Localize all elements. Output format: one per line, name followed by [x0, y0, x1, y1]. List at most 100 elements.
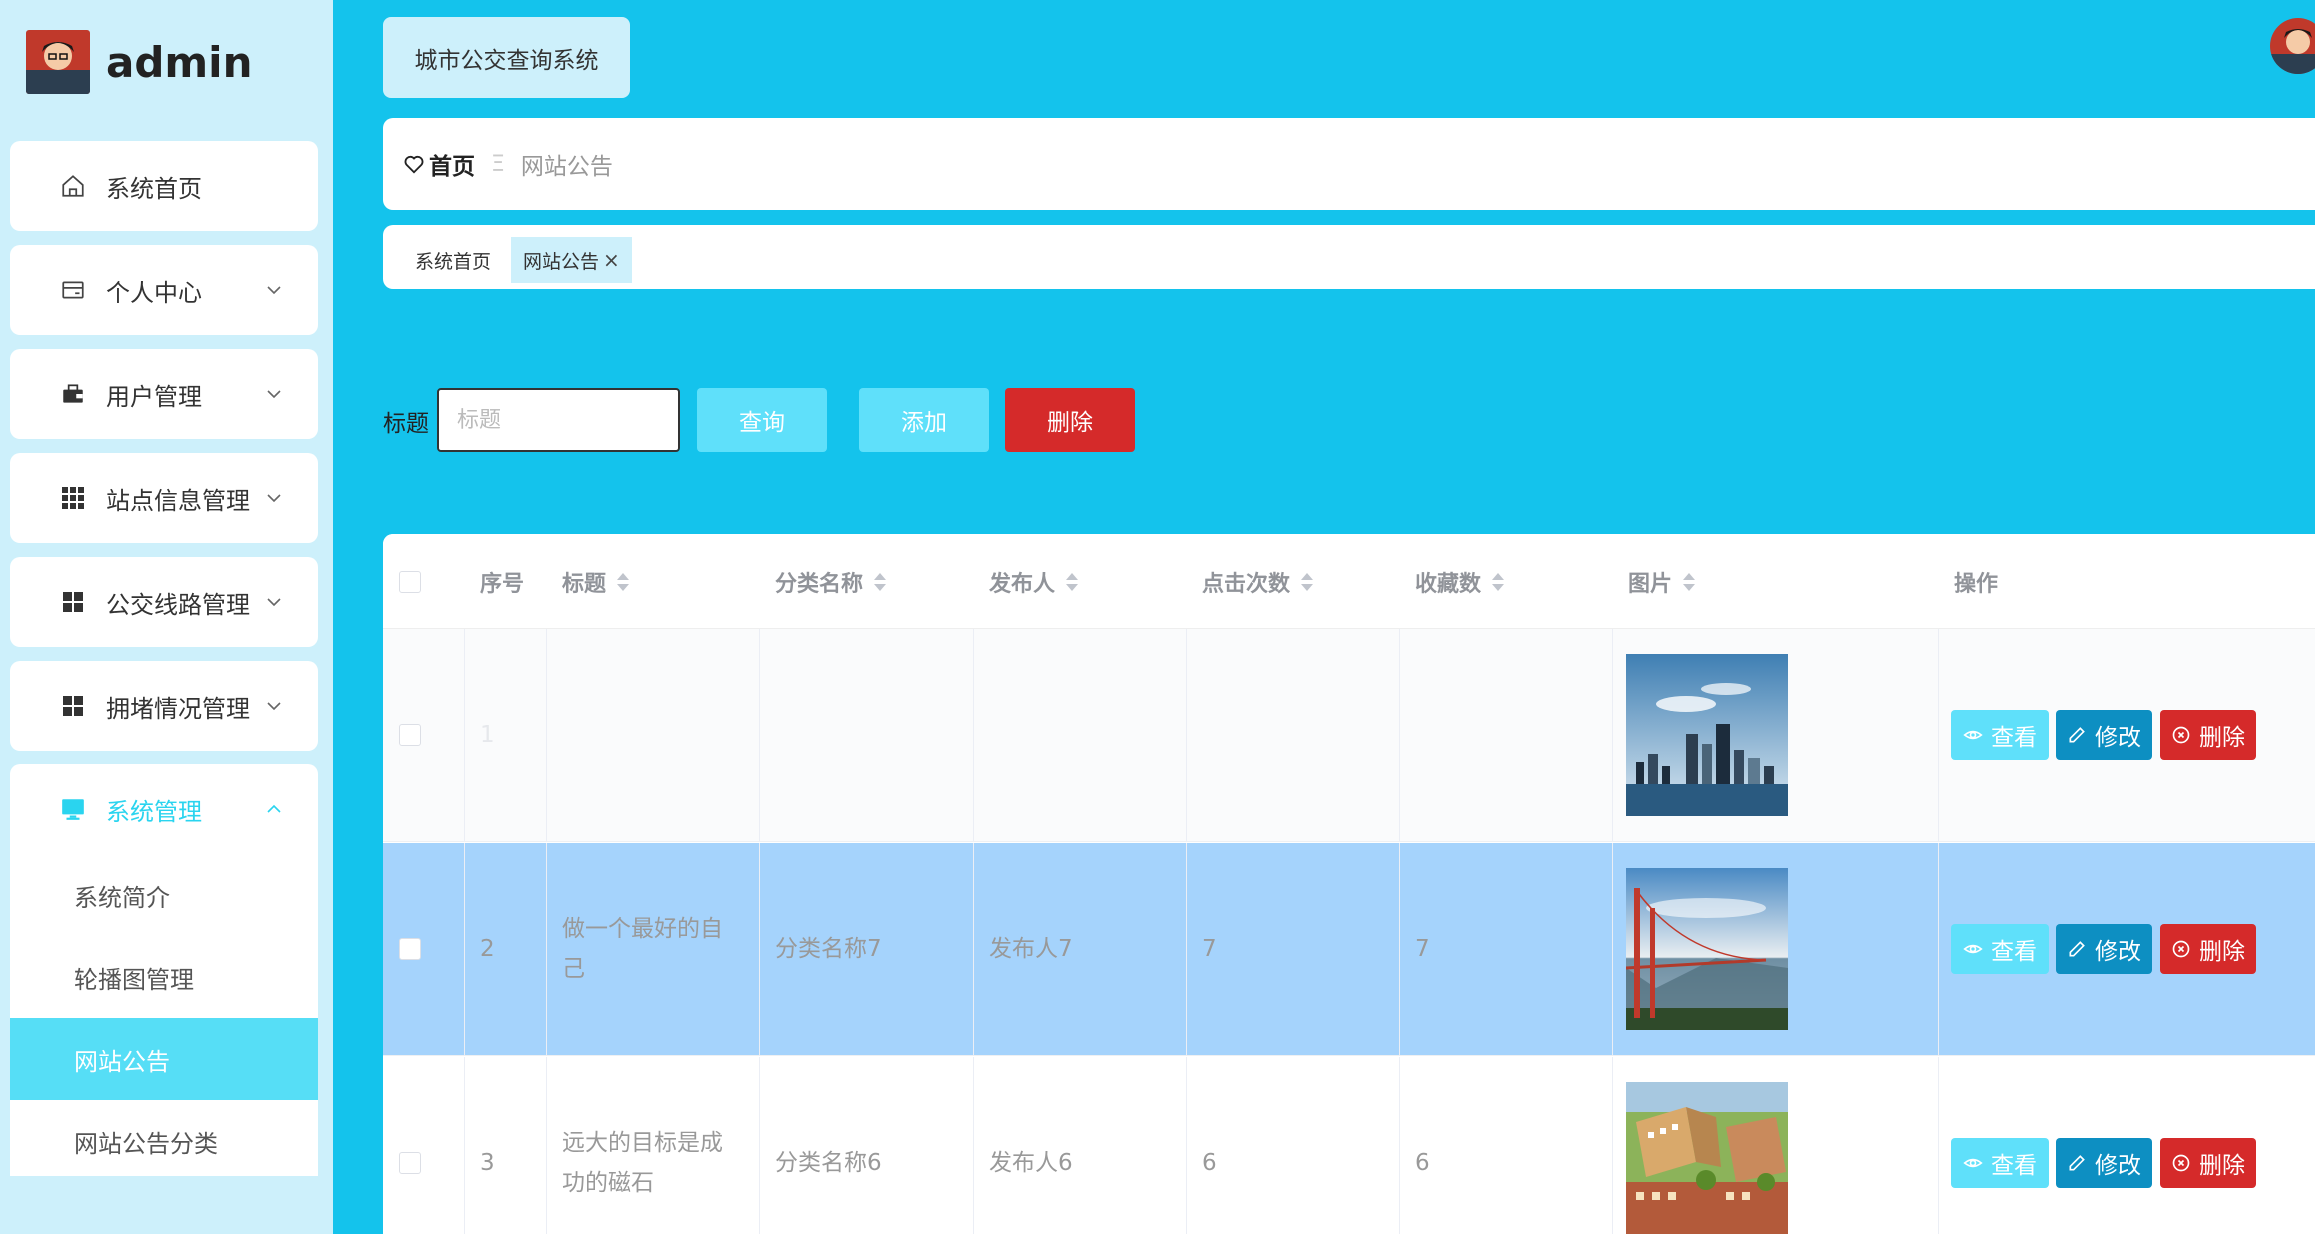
tab-bar: 系统首页 网站公告 ×	[383, 225, 2315, 289]
tab-announcements[interactable]: 网站公告 ×	[511, 237, 632, 283]
apps-icon	[58, 691, 88, 721]
cell-publisher: 发布人6	[989, 1149, 1073, 1176]
chevron-down-icon	[267, 286, 281, 295]
delete-label: 删除	[2199, 725, 2245, 751]
sidebar-item-label: 系统管理	[106, 797, 202, 826]
sidebar-item-label: 公交线路管理	[106, 590, 250, 619]
circle-close-icon	[2172, 1154, 2190, 1172]
column-header-label: 操作	[1954, 571, 1999, 597]
cell-index: 2	[480, 935, 495, 962]
view-button[interactable]: 查看	[1951, 710, 2049, 760]
cell-favorites: 6	[1415, 1149, 1430, 1176]
admin-avatar	[26, 30, 90, 94]
column-header-label: 收藏数	[1415, 571, 1482, 597]
column-header-label: 序号	[480, 571, 525, 597]
search-label: 标题	[383, 411, 429, 437]
sidebar-item-congestion[interactable]: 拥堵情况管理	[10, 661, 318, 751]
delete-button[interactable]: 删除	[2160, 710, 2256, 760]
sidebar-item-label: 拥堵情况管理	[106, 694, 250, 723]
sort-icon[interactable]	[1682, 572, 1696, 592]
table-row[interactable]: 2 做一个最好的自己 分类名称7 发布人7 7 7 查看 修改 删除	[383, 843, 2315, 1056]
sidebar-item-bus-lines[interactable]: 公交线路管理	[10, 557, 318, 647]
tab-label: 网站公告	[523, 250, 600, 273]
close-icon[interactable]: ×	[603, 248, 620, 272]
title-search-input[interactable]	[437, 388, 680, 452]
edit-button[interactable]: 修改	[2056, 924, 2152, 974]
announcement-image	[1626, 868, 1788, 1030]
eye-icon	[1963, 944, 1983, 954]
view-button[interactable]: 查看	[1951, 1138, 2049, 1188]
edit-button[interactable]: 修改	[2056, 710, 2152, 760]
sidebar-subitem-announcements[interactable]: 网站公告	[10, 1018, 318, 1100]
delete-button[interactable]: 删除	[2160, 1138, 2256, 1188]
sidebar-item-user-management[interactable]: 用户管理	[10, 349, 318, 439]
edit-label: 修改	[2095, 1153, 2141, 1179]
column-header-category[interactable]: 分类名称	[759, 534, 887, 629]
eye-icon	[1963, 730, 1983, 740]
apps-icon	[58, 587, 88, 617]
tab-label: 系统首页	[415, 250, 492, 273]
column-header-publisher[interactable]: 发布人	[973, 534, 1079, 629]
view-label: 查看	[1991, 725, 2037, 751]
sidebar-subitem-announcement-categories[interactable]: 网站公告分类	[10, 1100, 318, 1182]
user-avatar[interactable]	[2270, 18, 2315, 74]
system-title: 城市公交查询系统	[383, 17, 630, 98]
table-row[interactable]: 3 远大的目标是成 功的磁石 分类名称6 发布人6 6 6 查看 修改 删除	[383, 1057, 2315, 1234]
sort-icon[interactable]	[873, 572, 887, 592]
sidebar-subitem-label: 系统简介	[74, 883, 170, 912]
cell-title: 做一个最好的自己	[546, 843, 756, 1056]
cell-category	[759, 629, 775, 842]
heart-icon	[404, 155, 424, 174]
breadcrumb-home-label: 首页	[429, 154, 475, 180]
sidebar-subitem-carousel[interactable]: 轮播图管理	[10, 936, 318, 1018]
brand: admin	[26, 30, 252, 94]
chevron-up-icon	[267, 804, 281, 813]
sidebar-item-home[interactable]: 系统首页	[10, 141, 318, 231]
sort-icon[interactable]	[1300, 572, 1314, 592]
row-checkbox[interactable]	[399, 1152, 421, 1174]
row-checkbox[interactable]	[399, 938, 421, 960]
sort-icon[interactable]	[616, 572, 630, 592]
column-header-image[interactable]: 图片	[1612, 534, 1696, 629]
grid-icon	[58, 483, 88, 513]
sidebar-item-personal-center[interactable]: 个人中心	[10, 245, 318, 335]
cell-category: 分类名称7	[775, 935, 882, 962]
row-checkbox[interactable]	[399, 724, 421, 746]
column-header-label: 图片	[1628, 571, 1673, 597]
view-button[interactable]: 查看	[1951, 924, 2049, 974]
table-header: 序号 标题 分类名称 发布人 点击次数 收藏数 图片 操作	[383, 534, 2315, 629]
column-header-title[interactable]: 标题	[546, 534, 630, 629]
sort-icon[interactable]	[1065, 572, 1079, 592]
delete-button[interactable]: 删除	[2160, 924, 2256, 974]
column-header-label: 点击次数	[1202, 571, 1291, 597]
column-header-favorites[interactable]: 收藏数	[1399, 534, 1505, 629]
sort-icon[interactable]	[1491, 572, 1505, 592]
delete-label: 删除	[2199, 1153, 2245, 1179]
sidebar-item-station-info[interactable]: 站点信息管理	[10, 453, 318, 543]
tab-home[interactable]: 系统首页	[403, 237, 503, 283]
query-button[interactable]: 查询	[697, 388, 827, 452]
breadcrumb-home[interactable]: 首页	[403, 147, 475, 181]
brand-name: admin	[106, 37, 253, 87]
table-row[interactable]: 1 查看 修改 删除	[383, 629, 2315, 842]
cell-publisher	[973, 629, 989, 842]
cell-title-line: 功的磁石	[562, 1169, 654, 1196]
edit-button[interactable]: 修改	[2056, 1138, 2152, 1188]
add-button[interactable]: 添加	[859, 388, 989, 452]
column-header-label: 分类名称	[775, 571, 864, 597]
sidebar-item-label: 站点信息管理	[106, 486, 250, 515]
home-icon	[58, 171, 88, 201]
column-header-clicks[interactable]: 点击次数	[1186, 534, 1314, 629]
announcement-image	[1626, 1082, 1788, 1234]
cell-index: 1	[480, 721, 495, 748]
edit-icon	[2069, 1155, 2085, 1171]
sidebar-subitem-label: 轮播图管理	[74, 965, 194, 994]
sidebar-subitem-system-intro[interactable]: 系统简介	[10, 854, 318, 936]
batch-delete-button[interactable]: 删除	[1005, 388, 1135, 452]
sidebar-item-system-management[interactable]: 系统管理	[10, 764, 318, 854]
chevron-down-icon	[267, 702, 281, 711]
edit-icon	[2069, 941, 2085, 957]
cell-clicks	[1186, 629, 1202, 842]
cell-favorites: 7	[1415, 935, 1430, 962]
select-all-checkbox[interactable]	[399, 571, 421, 593]
